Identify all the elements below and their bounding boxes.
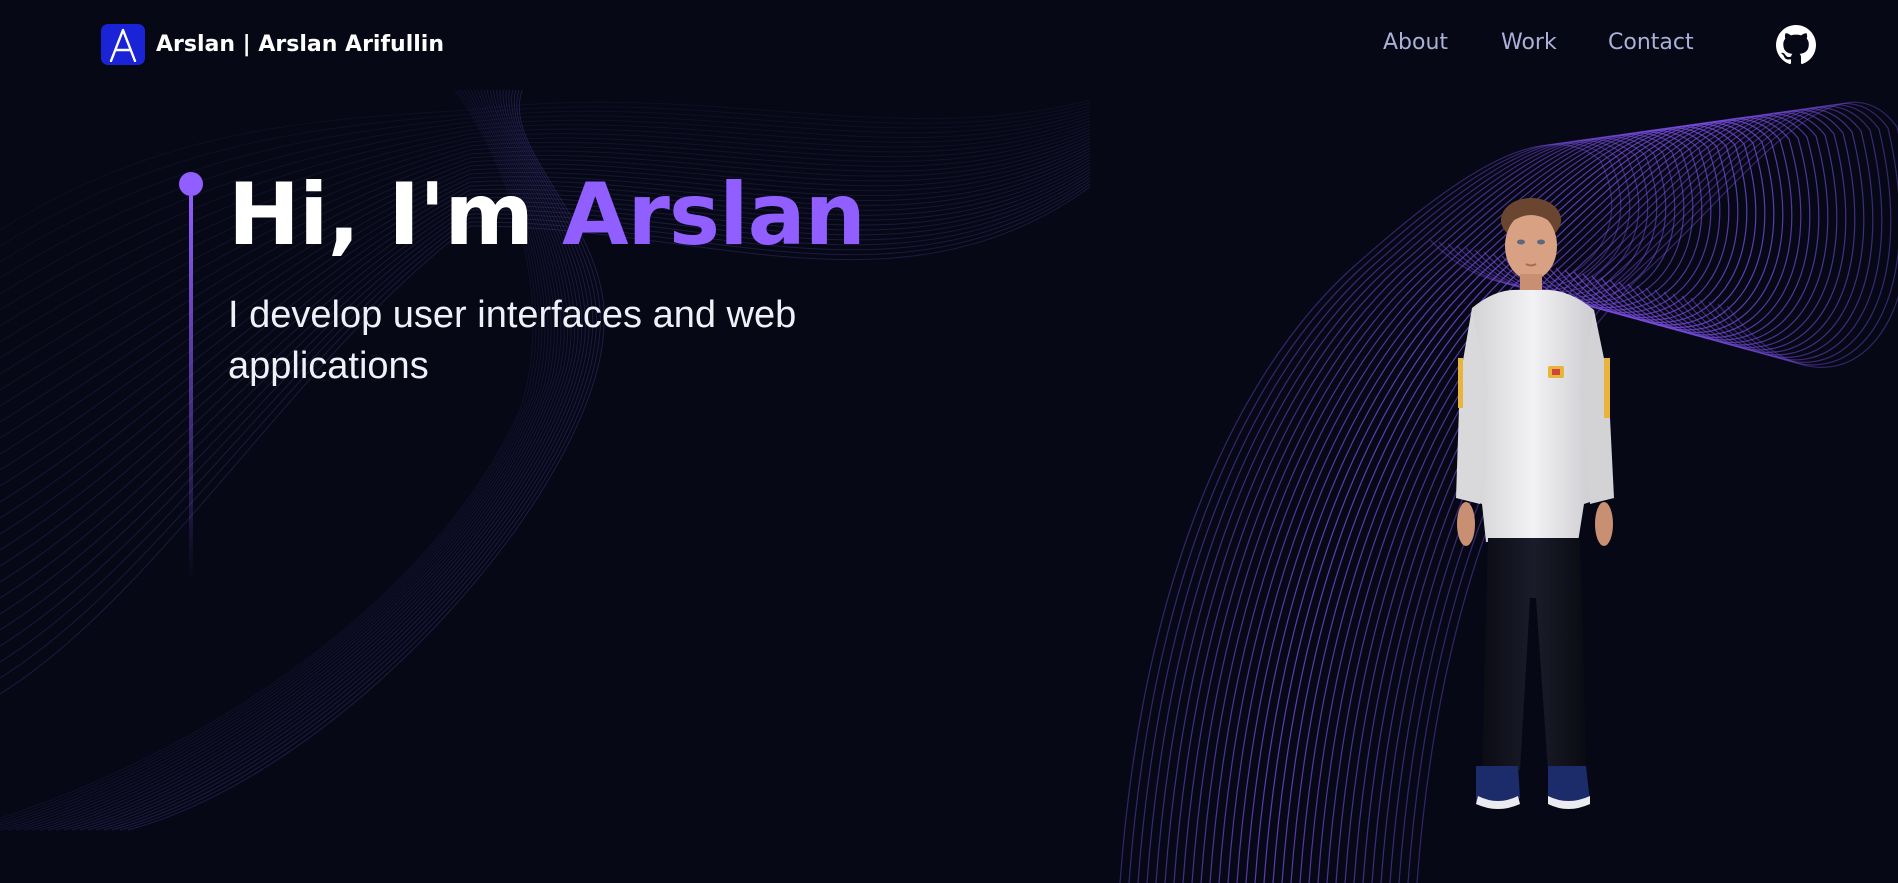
navbar: Arslan | Arslan Arifullin About Work Con… bbox=[0, 0, 1898, 90]
timeline-dot bbox=[179, 172, 203, 196]
github-icon[interactable] bbox=[1776, 25, 1816, 65]
brand-link[interactable]: Arslan | Arslan Arifullin bbox=[101, 24, 444, 65]
hero-name: Arslan bbox=[561, 165, 866, 265]
hero-headline: Hi, I'm Arslan bbox=[228, 160, 866, 270]
logo bbox=[101, 24, 145, 65]
avatar-3d-figure[interactable] bbox=[1436, 198, 1631, 813]
nav-link-about[interactable]: About bbox=[1383, 30, 1448, 55]
nav-link-contact[interactable]: Contact bbox=[1608, 30, 1694, 55]
timeline-line bbox=[189, 196, 193, 580]
nav-link-work[interactable]: Work bbox=[1501, 30, 1557, 55]
hero-greeting: Hi, I'm bbox=[228, 165, 562, 265]
brand-text: Arslan | Arslan Arifullin bbox=[156, 32, 444, 57]
logo-a-icon bbox=[109, 28, 137, 62]
hero-subtitle: I develop user interfaces and web applic… bbox=[228, 294, 797, 387]
